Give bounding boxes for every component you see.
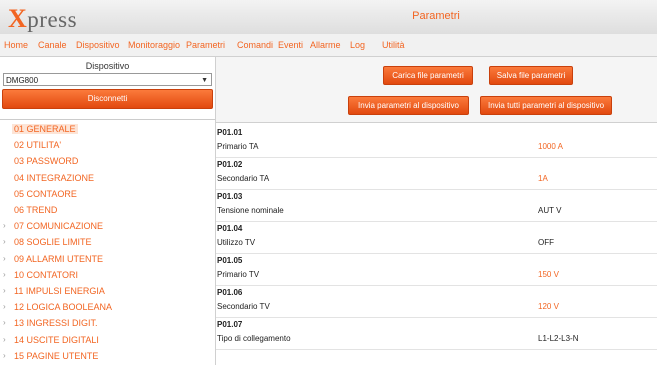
- parameter-value[interactable]: 120 V: [538, 302, 559, 311]
- menu-item-allarme[interactable]: Allarme: [310, 40, 341, 50]
- menu-item-canale[interactable]: Canale: [38, 40, 67, 50]
- parameter-tree: 01 GENERALE 02 UTILITA' 03 PASSWORD 04 INTE…: [0, 119, 215, 370]
- parameter-name: Tensione nominale: [217, 206, 284, 215]
- menu-item-utilit[interactable]: Utilità: [382, 40, 405, 50]
- send-params-button[interactable]: Invia parametri al dispositivo: [348, 96, 469, 115]
- parameter-row: P01.06 Secondario TV 120 V: [216, 286, 657, 318]
- parameter-row: P01.01 Primario TA 1000 A: [216, 126, 657, 158]
- parameter-row: P01.04 Utilizzo TV OFF: [216, 222, 657, 254]
- chevron-right-icon[interactable]: ›: [3, 302, 6, 311]
- tree-item-label: 15 PAGINE UTENTE: [14, 350, 99, 361]
- parameter-value[interactable]: L1-L2-L3-N: [538, 334, 578, 343]
- tree-item-label: 13 INGRESSI DIGIT.: [14, 318, 98, 329]
- parameter-code: P01.06: [217, 288, 243, 297]
- tree-item[interactable]: › 08 SOGLIE LIMITE: [3, 237, 92, 248]
- disconnect-button[interactable]: Disconnetti: [2, 89, 213, 109]
- tree-item-label: 10 CONTATORI: [14, 269, 79, 280]
- tree-item[interactable]: › 13 INGRESSI DIGIT.: [3, 318, 98, 329]
- parameter-value[interactable]: 1000 A: [538, 142, 563, 151]
- tree-item-label: 09 ALLARMI UTENTE: [14, 253, 104, 264]
- tree-item-label: 14 USCITE DIGITALI: [14, 334, 99, 345]
- load-file-button[interactable]: Carica file parametri: [383, 66, 473, 85]
- chevron-right-icon[interactable]: ›: [3, 335, 6, 344]
- tree-item[interactable]: › 14 USCITE DIGITALI: [3, 334, 99, 345]
- parameter-name: Primario TV: [217, 270, 260, 279]
- menu-item-parametri[interactable]: Parametri: [186, 40, 225, 50]
- tree-item[interactable]: 05 CONTAORE: [14, 189, 77, 199]
- chevron-down-icon[interactable]: ▼: [201, 74, 208, 87]
- parameter-value[interactable]: 1A: [538, 174, 548, 183]
- tree-item-label: 04 INTEGRAZIONE: [14, 172, 95, 183]
- tree-item[interactable]: 01 GENERALE: [12, 124, 78, 134]
- tree-item[interactable]: › 09 ALLARMI UTENTE: [3, 253, 104, 264]
- tree-item[interactable]: 06 TREND: [14, 205, 57, 215]
- device-select-value: DMG800: [6, 76, 39, 85]
- menu-item-log[interactable]: Log: [350, 40, 365, 50]
- tree-item[interactable]: 04 INTEGRAZIONE: [14, 173, 94, 183]
- tree-item-label: 03 PASSWORD: [14, 156, 79, 167]
- parameter-row: P01.07 Tipo di collegamento L1-L2-L3-N: [216, 318, 657, 350]
- chevron-right-icon[interactable]: ›: [3, 286, 6, 295]
- parameter-toolbar: Carica file parametri Salva file paramet…: [216, 57, 657, 123]
- device-select[interactable]: DMG800 ▼: [3, 73, 212, 86]
- device-label: Dispositivo: [85, 61, 130, 71]
- chevron-right-icon[interactable]: ›: [3, 221, 6, 230]
- app-logo: Xpress: [8, 4, 77, 34]
- parameter-code: P01.03: [217, 192, 243, 201]
- parameter-name: Secondario TV: [217, 302, 270, 311]
- menu-item-monitoraggio[interactable]: Monitoraggio: [128, 40, 180, 50]
- parameter-row: P01.02 Secondario TA 1A: [216, 158, 657, 190]
- parameter-code: P01.01: [217, 128, 243, 137]
- parameter-name: Tipo di collegamento: [217, 334, 291, 343]
- tree-item[interactable]: › 11 IMPULSI ENERGIA: [3, 286, 105, 296]
- parameter-name: Primario TA: [217, 142, 259, 151]
- chevron-right-icon[interactable]: ›: [3, 270, 6, 279]
- tree-item-label: 07 COMUNICAZIONE: [14, 221, 104, 232]
- tree-item-label: 06 TREND: [14, 205, 58, 215]
- tree-item[interactable]: 02 UTILITA': [14, 140, 61, 150]
- tree-item[interactable]: › 10 CONTATORI: [3, 269, 79, 280]
- send-all-params-button[interactable]: Invia tutti parametri al dispositivo: [480, 96, 612, 115]
- chevron-right-icon[interactable]: ›: [3, 318, 6, 327]
- parameter-code: P01.07: [217, 320, 243, 329]
- tree-item-label: 01 GENERALE: [12, 124, 78, 134]
- tree-item[interactable]: › 07 COMUNICAZIONE: [3, 221, 104, 232]
- parameter-value[interactable]: OFF: [538, 238, 554, 247]
- parameter-code: P01.04: [217, 224, 243, 233]
- chevron-right-icon[interactable]: ›: [3, 254, 6, 263]
- parameter-value[interactable]: 150 V: [538, 270, 559, 279]
- logo-x: X: [8, 4, 28, 33]
- tree-item[interactable]: › 12 LOGICA BOOLEANA: [3, 302, 113, 313]
- tree-item-label: 12 LOGICA BOOLEANA: [14, 302, 113, 313]
- menu-bar: Home Canale Dispositivo Monitoraggio Paramet…: [0, 34, 657, 57]
- chevron-right-icon[interactable]: ›: [3, 237, 6, 246]
- tree-item-label: 08 SOGLIE LIMITE: [14, 237, 92, 248]
- window-title: Parametri: [412, 10, 460, 22]
- parameter-code: P01.02: [217, 160, 243, 169]
- parameter-row: P01.03 Tensione nominale AUT V: [216, 190, 657, 222]
- tree-item-label: 02 UTILITA': [14, 140, 62, 151]
- title-bar: Xpress Parametri: [0, 0, 657, 35]
- tree-item-label: 05 CONTAORE: [14, 188, 77, 199]
- menu-item-home[interactable]: Home: [4, 40, 28, 50]
- menu-item-eventi[interactable]: Eventi: [278, 40, 303, 50]
- parameter-name: Secondario TA: [217, 174, 270, 183]
- parameter-name: Utilizzo TV: [217, 238, 256, 247]
- chevron-right-icon[interactable]: ›: [3, 351, 6, 360]
- menu-item-comandi[interactable]: Comandi: [237, 40, 273, 50]
- parameter-value[interactable]: AUT V: [538, 206, 561, 215]
- device-panel: Dispositivo DMG800 ▼ Disconnetti 01 GENE…: [0, 57, 215, 365]
- parameter-row: P01.05 Primario TV 150 V: [216, 254, 657, 286]
- tree-item-label: 11 IMPULSI ENERGIA: [14, 286, 105, 296]
- tree-item[interactable]: 03 PASSWORD: [14, 156, 78, 166]
- menu-item-dispositivo[interactable]: Dispositivo: [76, 40, 120, 50]
- logo-text: press: [27, 7, 78, 32]
- parameter-code: P01.05: [217, 256, 243, 265]
- save-file-button[interactable]: Salva file parametri: [489, 66, 573, 85]
- tree-item[interactable]: › 15 PAGINE UTENTE: [3, 350, 99, 361]
